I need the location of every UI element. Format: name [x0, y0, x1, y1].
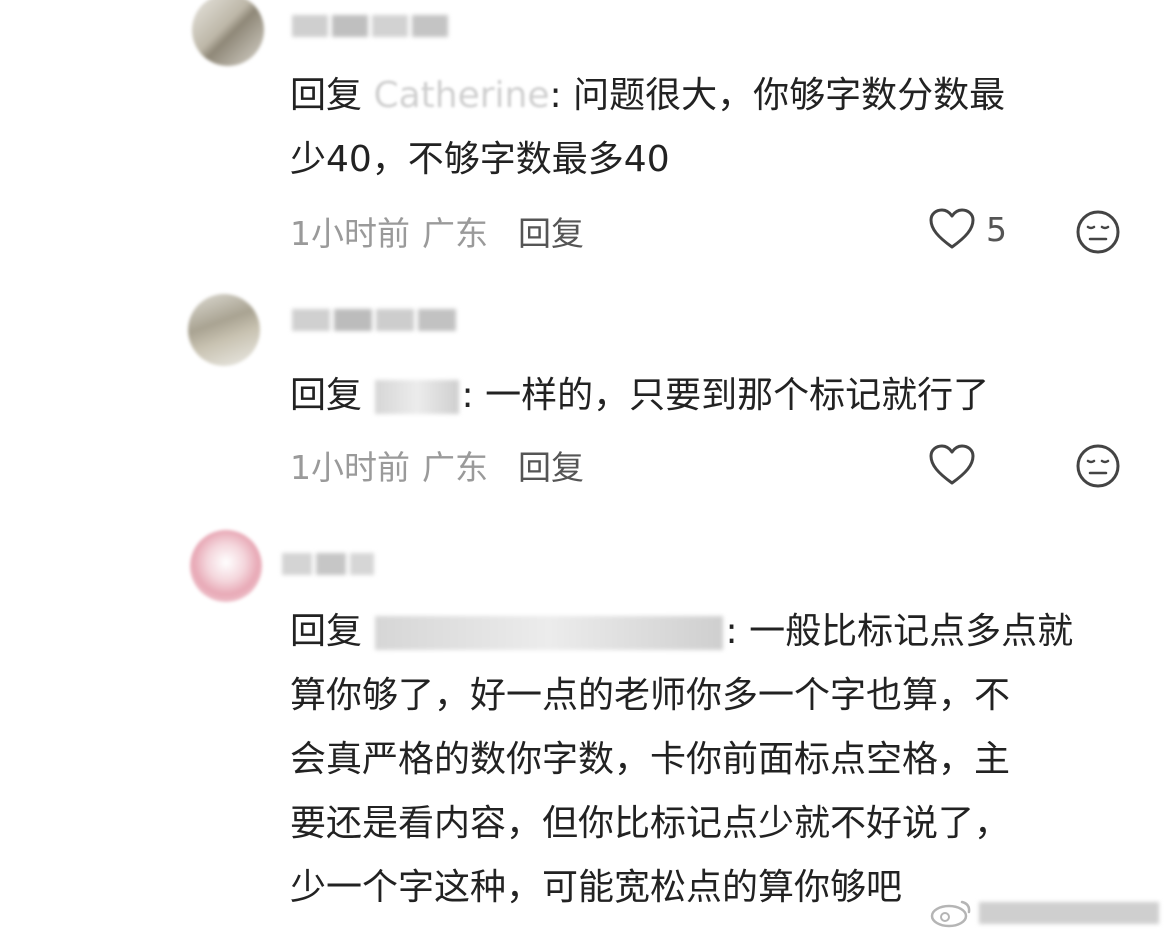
watermark — [929, 898, 1159, 928]
reply-target-masked[interactable] — [375, 616, 724, 650]
reply-button[interactable]: 回复 — [518, 441, 584, 489]
reply-target[interactable]: Catherine — [373, 75, 549, 116]
username-masked[interactable] — [282, 546, 374, 582]
comment-meta: 1小时前 广东 回复 — [290, 206, 584, 256]
username-masked[interactable] — [292, 8, 448, 44]
like-button[interactable]: 5 — [928, 207, 1007, 251]
location: 广东 — [422, 214, 488, 253]
reply-prefix: 回复 — [290, 75, 363, 116]
timestamp: 1小时前 — [290, 214, 410, 253]
meh-face-icon[interactable] — [1075, 209, 1121, 255]
comment-line: 要还是看内容，但你比标记点少就不好说了， — [290, 803, 1011, 844]
reply-target-masked[interactable] — [375, 380, 460, 414]
comment-line: 一般比标记点多点就 — [749, 611, 1074, 652]
location: 广东 — [422, 448, 488, 487]
avatar[interactable] — [190, 530, 262, 602]
reply-button[interactable]: 回复 — [518, 207, 584, 255]
comment-text: 回复 : 一样的，只要到那个标记就行了 — [290, 364, 1130, 428]
heart-outline-icon — [929, 208, 975, 249]
separator: : — [725, 611, 738, 652]
heart-outline-icon — [929, 444, 975, 485]
avatar[interactable] — [188, 294, 260, 366]
comment-line: 问题很大，你够字数分数最 — [573, 75, 1006, 116]
separator: : — [549, 75, 562, 116]
reply-prefix: 回复 — [290, 611, 363, 652]
like-button[interactable] — [928, 443, 986, 487]
comment-line: 少一个字这种，可能宽松点的算你够吧 — [290, 867, 903, 908]
meh-face-icon[interactable] — [1075, 443, 1121, 489]
like-count: 5 — [986, 209, 1007, 249]
separator: : — [461, 375, 474, 416]
username-masked[interactable] — [292, 302, 456, 338]
comment-line: 一样的，只要到那个标记就行了 — [485, 375, 990, 416]
weibo-icon — [930, 900, 971, 928]
watermark-text-masked — [979, 902, 1159, 924]
comment-line: 会真严格的数你字数，卡你前面标点空格，主 — [290, 739, 1011, 780]
timestamp: 1小时前 — [290, 448, 410, 487]
comment-line: 算你够了，好一点的老师你多一个字也算，不 — [290, 675, 1011, 716]
comment-meta: 1小时前 广东 回复 — [290, 440, 584, 490]
avatar[interactable] — [192, 0, 264, 66]
comment-line: 少40，不够字数最多40 — [290, 139, 670, 180]
comment-text: 回复 Catherine: 问题很大，你够字数分数最 少40，不够字数最多40 — [290, 64, 1130, 192]
reply-prefix: 回复 — [290, 375, 363, 416]
comment-text: 回复 : 一般比标记点多点就 算你够了，好一点的老师你多一个字也算，不 会真严格… — [290, 600, 1130, 920]
